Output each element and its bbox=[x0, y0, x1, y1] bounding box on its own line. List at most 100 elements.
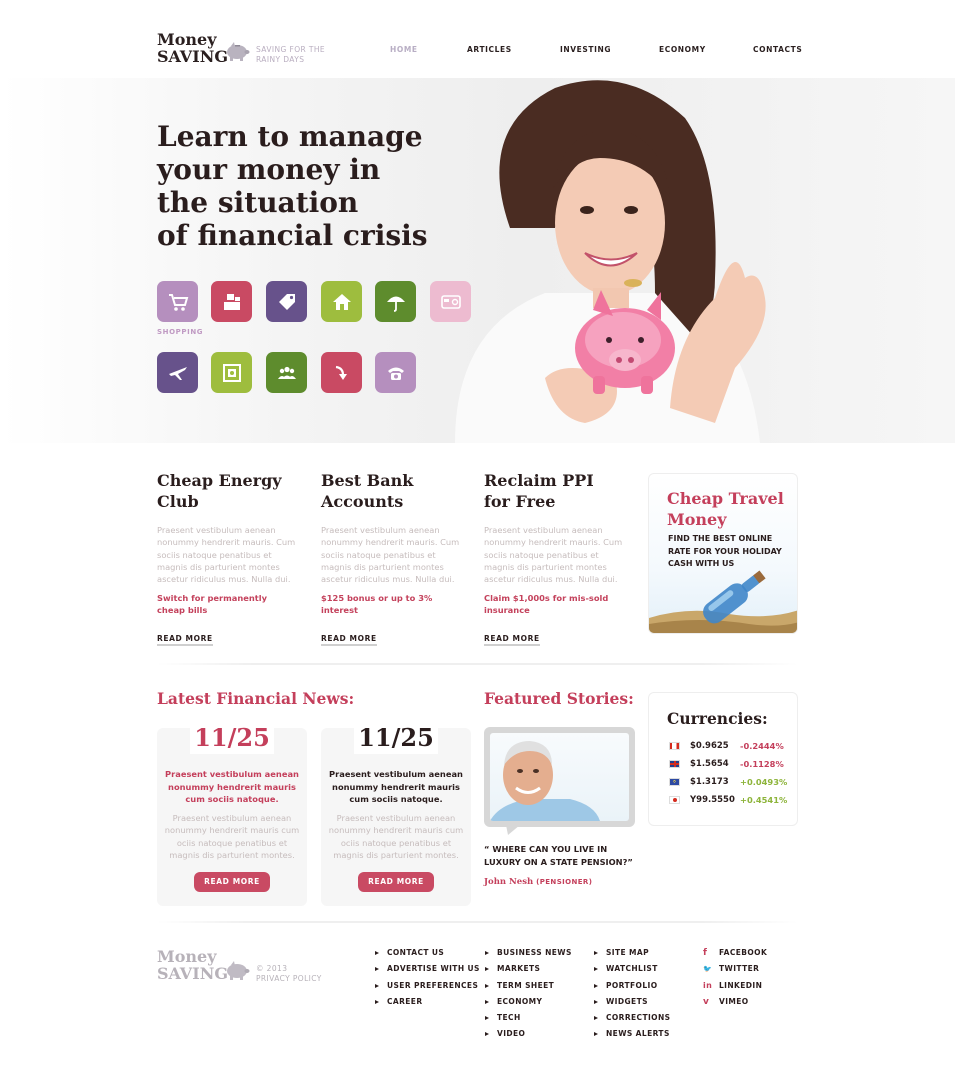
footer-links-col-2: BUSINESS NEWS MARKETS TERM SHEET ECONOMY… bbox=[485, 945, 572, 1043]
feature-energy-title-line-2: Club bbox=[157, 492, 199, 511]
currency-rate: $1.3173 bbox=[690, 777, 729, 787]
arrow-down-icon bbox=[335, 365, 347, 380]
currency-change: +0.0493% bbox=[740, 777, 788, 787]
news-lead[interactable]: Praesent vestibulum aenean nonummy hendr… bbox=[328, 768, 464, 806]
footer-link[interactable]: WIDGETS bbox=[594, 994, 670, 1010]
nav-contacts[interactable]: CONTACTS bbox=[753, 45, 802, 54]
feature-bank-read-more[interactable]: READ MORE bbox=[321, 634, 377, 647]
footer-link[interactable]: WATCHLIST bbox=[594, 961, 670, 977]
umbrella-icon bbox=[386, 296, 405, 312]
travel-title: Cheap Travel Money bbox=[667, 488, 784, 530]
japan-flag-icon bbox=[669, 796, 680, 804]
social-label: TWITTER bbox=[719, 964, 760, 974]
social-vimeo[interactable]: v VIMEO bbox=[703, 994, 767, 1010]
footer-link[interactable]: BUSINESS NEWS bbox=[485, 945, 572, 961]
hero-banner: Learn to manage your money in the situat… bbox=[0, 78, 955, 443]
feature-ppi-link[interactable]: Claim $1,000s for mis-sold insurance bbox=[484, 592, 630, 616]
hero-title-line-2: your money in bbox=[157, 153, 381, 186]
currency-change: +0.4541% bbox=[740, 795, 788, 805]
footer-link[interactable]: TERM SHEET bbox=[485, 978, 572, 994]
tile-credit-card[interactable] bbox=[430, 281, 471, 322]
tile-people[interactable] bbox=[266, 352, 307, 393]
feature-energy-link-line-1: Switch for permanently bbox=[157, 593, 268, 604]
tile-umbrella[interactable] bbox=[375, 281, 416, 322]
people-icon bbox=[277, 366, 296, 379]
tile-tag[interactable] bbox=[266, 281, 307, 322]
site-logo[interactable]: Money SAVING bbox=[157, 31, 228, 65]
feature-bank-title-line-2: Accounts bbox=[321, 492, 404, 511]
currencies-title: Currencies: bbox=[667, 709, 768, 728]
featured-quote[interactable]: “ WHERE CAN YOU LIVE IN LUXURY ON A STAT… bbox=[484, 843, 633, 868]
footer-link[interactable]: CORRECTIONS bbox=[594, 1010, 670, 1026]
tile-shopping[interactable] bbox=[157, 281, 198, 322]
social-twitter[interactable]: 🐦 TWITTER bbox=[703, 961, 767, 977]
nav-economy[interactable]: ECONOMY bbox=[659, 45, 706, 54]
featured-quote-line-2: LUXURY ON A STATE PENSION?” bbox=[484, 856, 633, 867]
uk-flag-icon bbox=[669, 760, 680, 768]
footer-link[interactable]: CAREER bbox=[375, 994, 480, 1010]
feature-bank-title: Best Bank Accounts bbox=[321, 470, 467, 512]
news-card: 11/25 Praesent vestibulum aenean nonummy… bbox=[321, 722, 471, 906]
feature-bank-link[interactable]: $125 bonus or up to 3% interest bbox=[321, 592, 467, 616]
travel-money-promo[interactable]: Cheap Travel Money FIND THE BEST ONLINE … bbox=[648, 473, 798, 634]
footer-privacy-link[interactable]: PRIVACY POLICY bbox=[256, 974, 322, 984]
tile-phone[interactable] bbox=[375, 352, 416, 393]
tile-arrow-down[interactable] bbox=[321, 352, 362, 393]
footer-logo-line-1: Money bbox=[157, 947, 217, 966]
cash-register-icon bbox=[223, 293, 240, 310]
footer-link[interactable]: USER PREFERENCES bbox=[375, 978, 480, 994]
currency-row: Y99.5550 +0.4541% bbox=[669, 791, 787, 809]
news-card: 11/25 Praesent vestibulum aenean nonummy… bbox=[157, 722, 307, 906]
feature-ppi-read-more[interactable]: READ MORE bbox=[484, 634, 540, 647]
footer-link[interactable]: ADVERTISE WITH US bbox=[375, 961, 480, 977]
footer-link[interactable]: MARKETS bbox=[485, 961, 572, 977]
linkedin-icon: in bbox=[703, 980, 713, 990]
feature-energy-read-more[interactable]: READ MORE bbox=[157, 634, 213, 647]
feature-ppi-title: Reclaim PPI for Free bbox=[484, 470, 630, 512]
social-label: LINKEDIN bbox=[719, 980, 763, 990]
tile-caption-shopping: SHOPPING bbox=[157, 328, 204, 336]
tile-cash-register[interactable] bbox=[211, 281, 252, 322]
hero-title-line-4: of financial crisis bbox=[157, 219, 428, 252]
feature-energy-link[interactable]: Switch for permanently cheap bills bbox=[157, 592, 303, 616]
footer-logo[interactable]: Money SAVING bbox=[157, 948, 228, 982]
news-section-title: Latest Financial News: bbox=[157, 689, 355, 708]
footer-link[interactable]: PORTFOLIO bbox=[594, 978, 670, 994]
nav-investing[interactable]: INVESTING bbox=[560, 45, 611, 54]
feature-ppi-body: Praesent vestibulum aenean nonummy hendr… bbox=[484, 525, 623, 585]
featured-author: John Nesh (PENSIONER) bbox=[484, 877, 592, 887]
footer-divider bbox=[157, 921, 798, 923]
footer-link[interactable]: VIDEO bbox=[485, 1026, 572, 1042]
footer-link[interactable]: TECH bbox=[485, 1010, 572, 1026]
feature-bank-body: Praesent vestibulum aenean nonummy hendr… bbox=[321, 525, 460, 585]
news-read-more-button[interactable]: READ MORE bbox=[358, 872, 434, 892]
section-divider bbox=[157, 663, 798, 665]
footer-social-links: f FACEBOOK 🐦 TWITTER in LINKEDIN v VIMEO bbox=[703, 945, 767, 1010]
tile-safe[interactable] bbox=[211, 352, 252, 393]
news-date: 11/25 bbox=[354, 722, 438, 754]
twitter-icon: 🐦 bbox=[703, 965, 713, 974]
nav-home[interactable]: HOME bbox=[390, 45, 418, 54]
social-facebook[interactable]: f FACEBOOK bbox=[703, 945, 767, 961]
news-read-more-button[interactable]: READ MORE bbox=[194, 872, 270, 892]
feature-ppi: Reclaim PPI for Free Praesent vestibulum… bbox=[484, 470, 630, 647]
tile-house[interactable] bbox=[321, 281, 362, 322]
social-linkedin[interactable]: in LINKEDIN bbox=[703, 978, 767, 994]
footer-link[interactable]: ECONOMY bbox=[485, 994, 572, 1010]
site-tagline: SAVING FOR THE RAINY DAYS bbox=[256, 45, 325, 65]
featured-photo[interactable] bbox=[490, 733, 629, 821]
footer-link[interactable]: NEWS ALERTS bbox=[594, 1026, 670, 1042]
feature-energy-title-line-1: Cheap Energy bbox=[157, 471, 282, 490]
currency-row: $0.9625 -0.2444% bbox=[669, 737, 787, 755]
tagline-line-2: RAINY DAYS bbox=[256, 55, 305, 64]
footer-link[interactable]: CONTACT US bbox=[375, 945, 480, 961]
facebook-icon: f bbox=[703, 948, 708, 958]
travel-text-line-2: RATE FOR YOUR HOLIDAY bbox=[668, 546, 782, 556]
currency-rate: $0.9625 bbox=[690, 741, 729, 751]
footer-logo-line-2: SAVING bbox=[157, 964, 228, 983]
footer-link[interactable]: SITE MAP bbox=[594, 945, 670, 961]
tile-airplane[interactable] bbox=[157, 352, 198, 393]
currency-rate: $1.5654 bbox=[690, 759, 729, 769]
news-lead[interactable]: Praesent vestibulum aenean nonummy hendr… bbox=[164, 768, 300, 806]
nav-articles[interactable]: ARTICLES bbox=[467, 45, 512, 54]
